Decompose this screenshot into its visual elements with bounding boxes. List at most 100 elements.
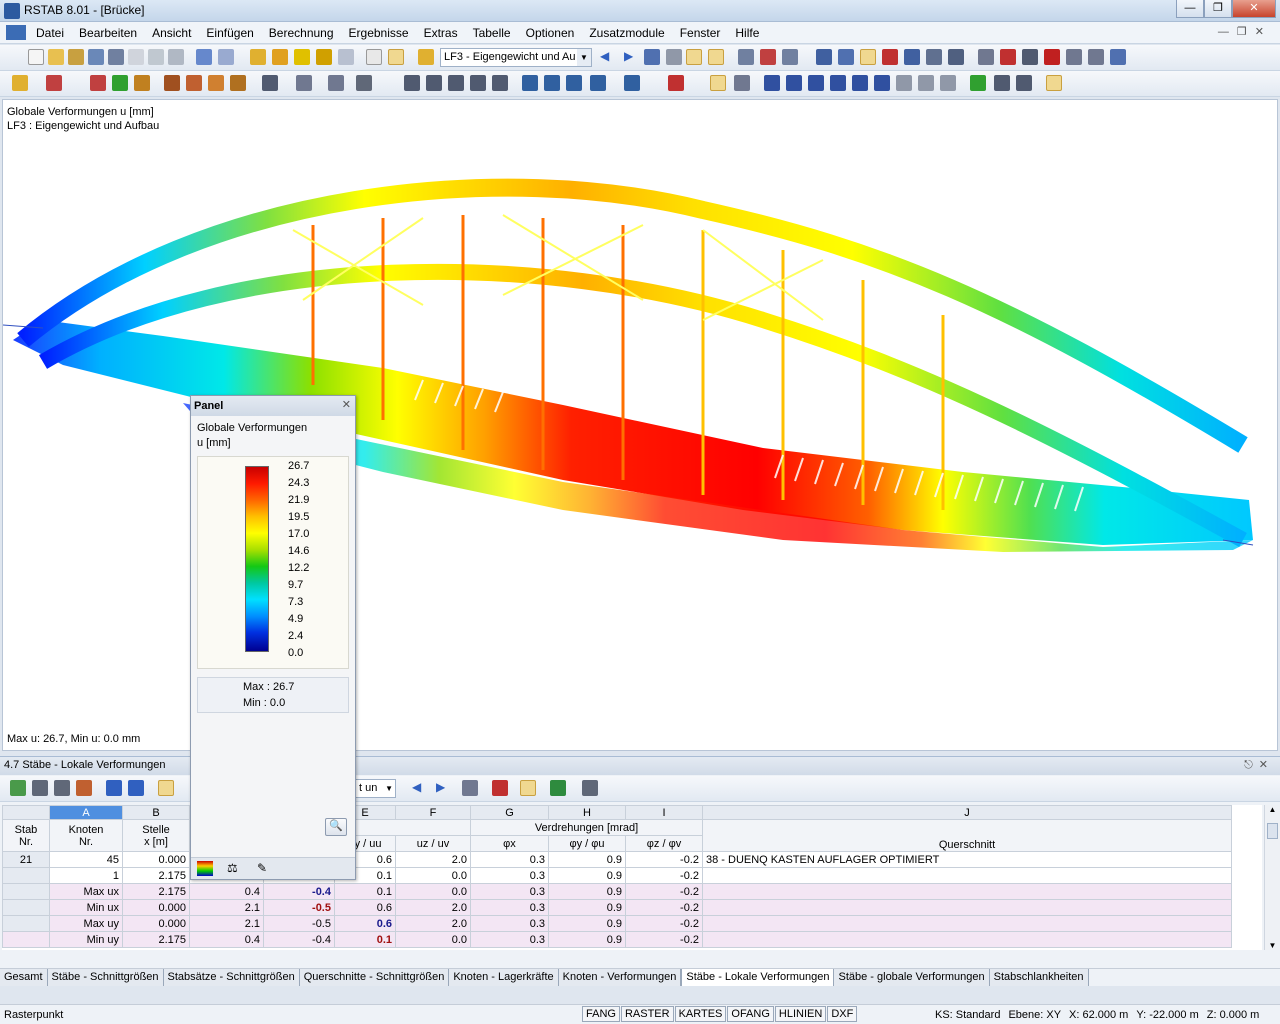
moment-mz-icon[interactable] (874, 75, 890, 91)
section-icon[interactable] (782, 49, 798, 65)
supports-icon[interactable] (882, 49, 898, 65)
menu-ansicht[interactable]: Ansicht (152, 26, 191, 40)
open-folder-icon[interactable] (68, 49, 84, 65)
force-vz-icon[interactable] (808, 75, 824, 91)
column-a-header[interactable]: A (49, 805, 123, 820)
next-icon[interactable]: ▶ (436, 780, 452, 796)
tab-gesamt[interactable]: Gesamt (0, 969, 48, 986)
tab-knoten-lagerkraefte[interactable]: Knoten - Lagerkräfte (449, 969, 559, 986)
previous-icon[interactable]: ◀ (412, 780, 428, 796)
panel-toggle-icon[interactable] (388, 49, 404, 65)
kartes-toggle[interactable]: KARTES (674, 1006, 727, 1022)
loadcase-select[interactable]: LF3 - Eigengewicht und Au ▼ (440, 48, 592, 67)
tab-staebe-schnittgroessen[interactable]: Stäbe - Schnittgrößen (47, 969, 164, 986)
menu-hilfe[interactable]: Hilfe (735, 26, 759, 40)
table-scrollbar[interactable]: ▲ ▼ (1264, 805, 1280, 950)
tab-querschnitte-schnittgroessen[interactable]: Querschnitte - Schnittgrößen (299, 969, 450, 986)
print-icon[interactable] (128, 49, 144, 65)
pan-icon[interactable] (1000, 49, 1016, 65)
render-icon[interactable] (404, 75, 420, 91)
minimize-button[interactable]: — (1176, 0, 1204, 18)
filter-icon[interactable] (158, 780, 174, 796)
table-row[interactable]: Min ux 0.000 2.1 -0.5 0.6 2.0 0.3 0.9 -0… (2, 899, 1232, 916)
view-options-icon[interactable] (624, 75, 640, 91)
report-icon[interactable] (1046, 75, 1062, 91)
copy-icon[interactable] (106, 780, 122, 796)
printout-icon[interactable] (168, 49, 184, 65)
zoom-all-icon[interactable] (294, 49, 310, 65)
results-icon[interactable] (644, 49, 660, 65)
delete-icon[interactable] (1044, 49, 1060, 65)
force-vy-icon[interactable] (786, 75, 802, 91)
moment-mt-icon[interactable] (830, 75, 846, 91)
pz-icon[interactable] (918, 75, 934, 91)
table-row[interactable]: Max ux 2.175 0.4 -0.4 0.1 0.0 0.3 0.9 -0… (2, 883, 1232, 900)
menu-berechnung[interactable]: Berechnung (269, 26, 334, 40)
display-icon[interactable] (816, 49, 832, 65)
check-icon[interactable] (668, 75, 684, 91)
nodal-load-icon[interactable] (208, 75, 224, 91)
animation-icon[interactable] (738, 49, 754, 65)
table-row[interactable]: Min uy 2.175 0.4 -0.4 0.1 0.0 0.3 0.9 -0… (2, 931, 1232, 948)
column-b-header[interactable]: B (122, 805, 190, 820)
column-h-header[interactable]: H (548, 805, 626, 820)
tab-stabsaetze-schnittgroessen[interactable]: Stabsätze - Schnittgrößen (163, 969, 300, 986)
excel-export-icon[interactable] (550, 780, 566, 796)
support-icon[interactable] (112, 75, 128, 91)
document-icon[interactable] (6, 25, 26, 40)
iso-view-icon[interactable] (470, 75, 486, 91)
colors-icon[interactable] (520, 780, 536, 796)
moment-my-icon[interactable] (852, 75, 868, 91)
close-button[interactable]: ✕ (1232, 0, 1276, 18)
menu-zusatzmodule[interactable]: Zusatzmodule (589, 26, 664, 40)
column-g-header[interactable]: G (470, 805, 549, 820)
dxf-toggle[interactable]: DXF (827, 1006, 858, 1022)
py-icon[interactable] (896, 75, 912, 91)
scroll-down-icon[interactable]: ▼ (1265, 941, 1280, 950)
members-icon[interactable] (860, 49, 876, 65)
imposed-icon[interactable] (230, 75, 246, 91)
column-j-header[interactable]: J (702, 805, 1232, 820)
rotate-icon[interactable] (978, 49, 994, 65)
member-icon[interactable] (46, 75, 62, 91)
hinge-icon[interactable] (134, 75, 150, 91)
search-table-icon[interactable] (492, 780, 508, 796)
result-table-icon[interactable] (994, 75, 1010, 91)
table-row[interactable]: Max uy 0.000 2.1 -0.5 0.6 2.0 0.3 0.9 -0… (2, 915, 1232, 932)
values-icon[interactable] (666, 49, 682, 65)
column-f-header[interactable]: F (395, 805, 471, 820)
filter-tab-icon[interactable]: ✎ (257, 861, 273, 876)
dimensions-icon[interactable] (926, 49, 942, 65)
menu-einfuegen[interactable]: Einfügen (206, 26, 253, 40)
insert-row-icon[interactable] (32, 780, 48, 796)
nodes-icon[interactable] (838, 49, 854, 65)
grid-icon[interactable] (328, 75, 344, 91)
color-scale-tab-icon[interactable] (197, 861, 213, 876)
reactions-icon[interactable] (970, 75, 986, 91)
settings-icon[interactable] (1088, 49, 1104, 65)
pu-icon[interactable] (940, 75, 956, 91)
open-icon[interactable] (48, 49, 64, 65)
view-x-icon[interactable] (522, 75, 538, 91)
fang-toggle[interactable]: FANG (582, 1006, 620, 1022)
menu-bearbeiten[interactable]: Bearbeiten (79, 26, 137, 40)
measure-icon[interactable] (1066, 49, 1082, 65)
tab-staebe-lokale-verformungen[interactable]: Stäbe - Lokale Verformungen (681, 969, 835, 986)
mdi-window-controls[interactable]: —❐✕ (1218, 25, 1272, 38)
deformation-icon[interactable] (710, 75, 726, 91)
guidelines-icon[interactable] (948, 49, 964, 65)
menu-ergebnisse[interactable]: Ergebnisse (349, 26, 409, 40)
next-icon[interactable]: ▶ (624, 49, 640, 65)
save-all-icon[interactable] (108, 49, 124, 65)
force-n-icon[interactable] (764, 75, 780, 91)
member-load-icon[interactable] (186, 75, 202, 91)
factors-tab-icon[interactable]: ⚖ (227, 861, 243, 876)
panel-header[interactable]: Panel ✕ (191, 396, 355, 416)
link-icon[interactable] (734, 75, 750, 91)
load-icon[interactable] (164, 75, 180, 91)
view-minus-y-icon[interactable] (590, 75, 606, 91)
wireframe-icon[interactable] (426, 75, 442, 91)
coordinates-icon[interactable] (296, 75, 312, 91)
loads-icon[interactable] (904, 49, 920, 65)
print-table-icon[interactable] (582, 780, 598, 796)
